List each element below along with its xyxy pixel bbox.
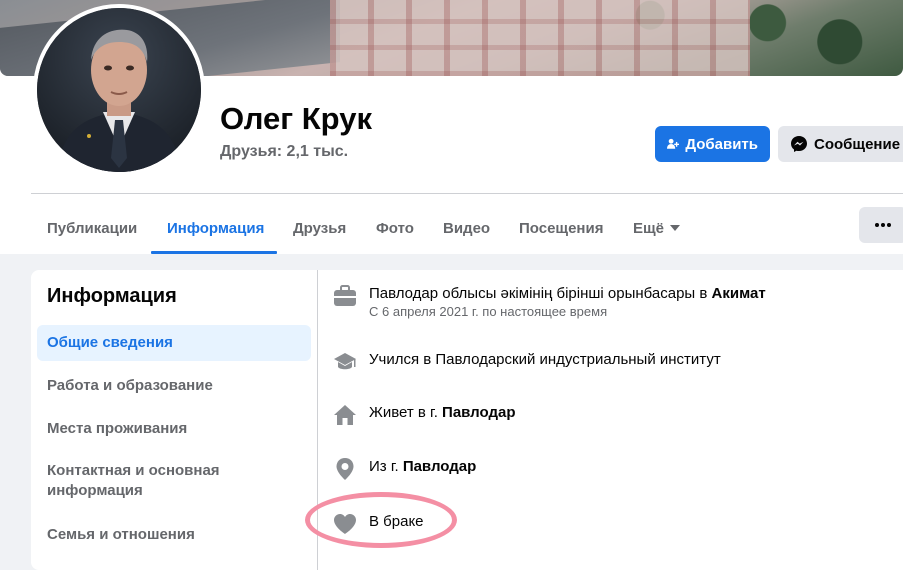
- info-row-education: Учился в Павлодарский индустриальный инс…: [333, 350, 721, 374]
- hometown-prefix: Из г.: [369, 458, 403, 475]
- header-divider: [31, 193, 903, 194]
- about-nav-label: Места проживания: [47, 420, 188, 437]
- caret-down-icon: [670, 225, 681, 231]
- tab-about[interactable]: Информация: [167, 202, 264, 254]
- tab-videos[interactable]: Видео: [443, 202, 490, 254]
- hometown-link[interactable]: Павлодар: [403, 458, 476, 475]
- current-city-prefix: Живет в г.: [369, 404, 443, 421]
- info-row-work: Павлодар облысы әкімінің бірінші орынбас…: [333, 284, 766, 320]
- about-nav-overview[interactable]: Общие сведения: [37, 325, 311, 361]
- hometown-text: Из г. Павлодар: [369, 457, 476, 477]
- tab-label: Посещения: [519, 219, 604, 237]
- profile-name: Олег Крук: [220, 101, 372, 136]
- tab-label: Фото: [376, 219, 414, 237]
- about-nav-places-lived[interactable]: Места проживания: [37, 411, 311, 447]
- friends-count[interactable]: Друзья: 2,1 тыс.: [220, 143, 348, 161]
- location-pin-icon: [333, 457, 357, 481]
- highlight-annotation: [305, 492, 457, 548]
- tab-friends[interactable]: Друзья: [293, 202, 346, 254]
- tab-label: Публикации: [47, 219, 138, 237]
- tab-label: Друзья: [293, 219, 347, 237]
- cover-plaza: [330, 0, 750, 76]
- about-nav-label: Семья и отношения: [47, 526, 195, 543]
- message-button[interactable]: Сообщение: [778, 126, 903, 162]
- about-nav-label: Контактная и основная информация: [47, 462, 220, 499]
- more-options-button[interactable]: [859, 207, 903, 243]
- work-text: Павлодар облысы әкімінің бірінші орынбас…: [369, 284, 766, 304]
- tab-label: Ещё: [633, 219, 665, 237]
- profile-header: Олег Крук Друзья: 2,1 тыс. Добавить Сооб…: [0, 0, 903, 254]
- ellipsis-icon: [875, 223, 891, 227]
- add-friend-label: Добавить: [685, 135, 758, 153]
- active-tab-indicator: [151, 251, 277, 254]
- messenger-icon: [791, 136, 807, 152]
- about-nav-family-relationships[interactable]: Семья и отношения: [37, 517, 311, 553]
- current-city-link[interactable]: Павлодар: [442, 404, 515, 421]
- add-friend-icon: [667, 138, 680, 149]
- about-nav-work-education[interactable]: Работа и образование: [37, 368, 311, 404]
- about-title: Информация: [47, 285, 177, 307]
- tab-photos[interactable]: Фото: [376, 202, 414, 254]
- about-nav-contact-basic-info[interactable]: Контактная и основная информация: [37, 458, 267, 504]
- avatar-portrait: [37, 8, 201, 172]
- tab-label: Видео: [443, 219, 491, 237]
- work-position: Павлодар облысы әкімінің бірінші орынбас…: [369, 285, 712, 302]
- graduation-cap-icon: [333, 350, 357, 374]
- home-icon: [333, 403, 357, 427]
- add-friend-button[interactable]: Добавить: [655, 126, 770, 162]
- tab-check-ins[interactable]: Посещения: [519, 202, 603, 254]
- about-nav-label: Общие сведения: [47, 334, 173, 351]
- education-text: Учился в Павлодарский индустриальный инс…: [369, 351, 721, 368]
- work-dates: С 6 апреля 2021 г. по настоящее время: [369, 304, 608, 319]
- tab-label: Информация: [167, 219, 265, 237]
- briefcase-icon: [333, 284, 357, 308]
- tab-publications[interactable]: Публикации: [47, 202, 137, 254]
- tab-more[interactable]: Ещё: [633, 202, 681, 254]
- current-city-text: Живет в г. Павлодар: [369, 403, 516, 423]
- info-row-hometown: Из г. Павлодар: [333, 457, 476, 481]
- about-nav-label: Работа и образование: [47, 377, 213, 394]
- work-employer-link[interactable]: Акимат: [712, 285, 766, 302]
- avatar[interactable]: [33, 4, 205, 176]
- info-row-current-city: Живет в г. Павлодар: [333, 403, 516, 427]
- message-label: Сообщение: [814, 135, 901, 153]
